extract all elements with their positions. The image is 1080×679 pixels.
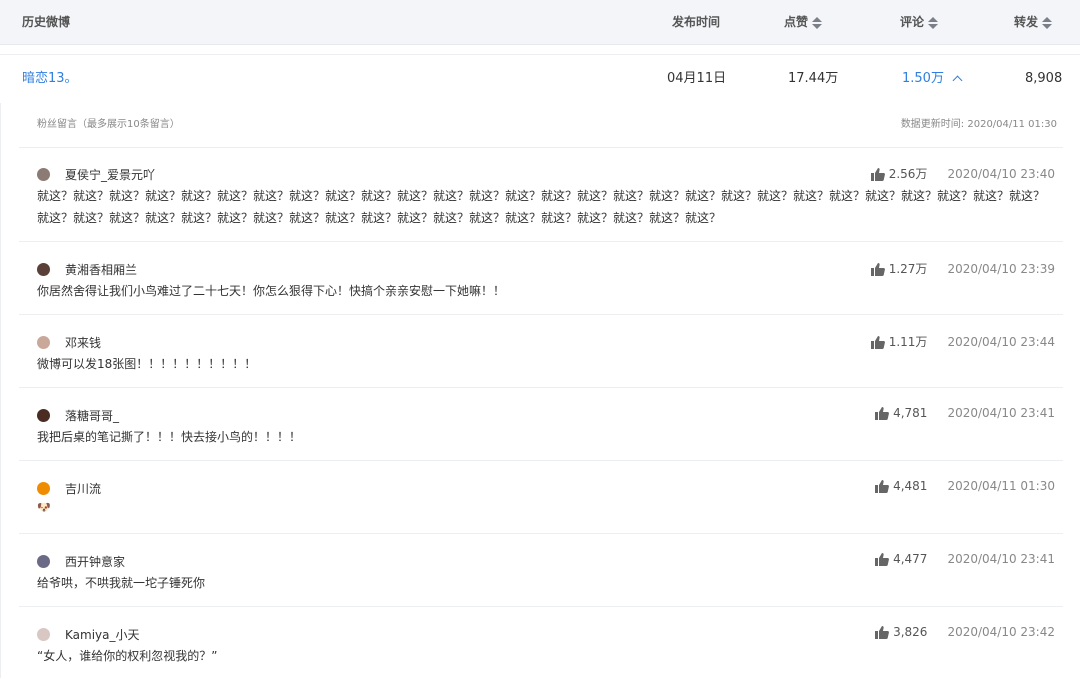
comment-meta: 1.11万 2020/04/10 23:44 (870, 333, 1055, 350)
avatar[interactable] (37, 409, 50, 422)
comment-text: 给爷哄，不哄我就一坨子锤死你 (37, 576, 206, 590)
comment-username[interactable]: Kamiya_小天 (65, 626, 140, 643)
comment-text: 🐶 (37, 501, 51, 514)
thumbs-up-icon[interactable] (875, 553, 890, 566)
thumbs-up-icon[interactable] (875, 407, 890, 420)
comment-item: 夏侯宁_爱景元吖 2.56万 2020/04/10 23:40 就这？就这？就这？… (19, 147, 1063, 242)
comment-time: 2020/04/10 23:41 (947, 406, 1055, 420)
avatar[interactable] (37, 263, 50, 276)
comment-likes: 1.27万 (888, 262, 928, 276)
avatar[interactable] (37, 555, 50, 568)
avatar[interactable] (37, 482, 50, 495)
comment-time: 2020/04/10 23:40 (947, 167, 1055, 181)
comment-likes: 4,477 (893, 552, 928, 566)
chevron-up-icon (952, 75, 963, 85)
comment-likes: 2.56万 (888, 167, 928, 181)
comment-username[interactable]: 吉川流 (65, 480, 101, 497)
comment-text: 就这？就这？就这？就这？就这？就这？就这？就这？就这？就这？就这？就这？就这？就… (37, 185, 1053, 229)
comment-item: 吉川流 4,481 2020/04/11 01:30 🐶 (19, 460, 1063, 534)
comment-time: 2020/04/10 23:41 (947, 552, 1055, 566)
comment-text: 你居然舍得让我们小鸟难过了二十七天！你怎么狠得下心！快搞个亲亲安慰一下她嘛！！ (37, 284, 506, 298)
comment-username[interactable]: 夏侯宁_爱景元吖 (65, 166, 155, 183)
sort-icon[interactable] (1042, 16, 1053, 29)
comment-text-line: 就这？就这？就这？就这？就这？就这？就这？就这？就这？就这？就这？就这？就这？就… (37, 189, 1046, 203)
comment-text: “女人，谁给你的权利忽视我的？” (37, 649, 218, 663)
comment-likes: 4,481 (893, 479, 928, 493)
comment-time: 2020/04/11 01:30 (947, 479, 1055, 493)
thumbs-up-icon[interactable] (875, 626, 890, 639)
comment-item: 落糖哥哥_ 4,781 2020/04/10 23:41 我把后桌的笔记撕了！！！… (19, 387, 1063, 461)
comment-text: 我把后桌的笔记撕了！！！快去接小鸟的！！！！ (37, 430, 302, 444)
thumbs-up-icon[interactable] (870, 263, 885, 276)
col-publish-time: 发布时间 (672, 15, 721, 29)
col-likes-label: 点赞 (784, 15, 809, 29)
comment-text: 微博可以发18张图！！！！！！！！！！ (37, 357, 257, 371)
col-comments-sort[interactable]: 评论 (900, 0, 939, 44)
avatar[interactable] (37, 628, 50, 641)
comment-item: Kamiya_小天 3,826 2020/04/10 23:42 “女人，谁给你的… (19, 606, 1063, 679)
avatar[interactable] (37, 336, 50, 349)
comment-meta: 4,481 2020/04/11 01:30 (875, 479, 1055, 493)
comment-likes: 3,826 (893, 625, 928, 639)
comment-meta: 4,781 2020/04/10 23:41 (875, 406, 1055, 420)
weibo-link[interactable]: 暗恋13。 (22, 55, 78, 103)
header-title: 历史微博 (22, 15, 71, 29)
comment-likes: 4,781 (893, 406, 928, 420)
comment-username[interactable]: 西开钟意家 (65, 553, 125, 570)
thumbs-up-icon[interactable] (870, 336, 885, 349)
comment-meta: 2.56万 2020/04/10 23:40 (870, 165, 1055, 182)
sort-icon[interactable] (928, 16, 939, 29)
comment-item: 邓来钱 1.11万 2020/04/10 23:44 微博可以发18张图！！！！！… (19, 314, 1063, 388)
col-reposts-label: 转发 (1014, 15, 1039, 29)
comment-meta: 3,826 2020/04/10 23:42 (875, 625, 1055, 639)
avatar[interactable] (37, 168, 50, 181)
panel-header: 粉丝留言（最多展示10条留言） 数据更新时间: 2020/04/11 01:30 (37, 113, 1057, 137)
sort-icon[interactable] (812, 16, 823, 29)
comment-likes: 1.11万 (888, 335, 928, 349)
comment-meta: 1.27万 2020/04/10 23:39 (870, 260, 1055, 277)
table-header: 历史微博 发布时间 点赞 评论 转发 (0, 0, 1080, 45)
thumbs-up-icon[interactable] (870, 168, 885, 181)
comment-username[interactable]: 邓来钱 (65, 334, 101, 351)
comment-time: 2020/04/10 23:42 (947, 625, 1055, 639)
panel-title: 粉丝留言（最多展示10条留言） (37, 119, 180, 130)
col-reposts-sort[interactable]: 转发 (1014, 0, 1053, 44)
comment-item: 西开钟意家 4,477 2020/04/10 23:41 给爷哄，不哄我就一坨子锤… (19, 533, 1063, 607)
comment-item: 黄湘香相厢兰 1.27万 2020/04/10 23:39 你居然舍得让我们小鸟难… (19, 241, 1063, 315)
thumbs-up-icon[interactable] (875, 480, 890, 493)
weibo-comments-count: 1.50万 (902, 71, 944, 86)
col-comments-label: 评论 (900, 15, 925, 29)
col-likes-sort[interactable]: 点赞 (784, 0, 823, 44)
data-updated-time: 数据更新时间: 2020/04/11 01:30 (900, 119, 1057, 130)
comment-time: 2020/04/10 23:39 (947, 262, 1055, 276)
comment-time: 2020/04/10 23:44 (947, 335, 1055, 349)
comment-text-line: 就这？就这？就这？就这？就这？就这？就这？就这？就这？就这？就这？就这？就这？就… (37, 211, 722, 225)
weibo-row[interactable]: 暗恋13。 04月11日 17.44万 1.50万 8,908 (0, 54, 1080, 104)
weibo-comments-toggle[interactable]: 1.50万 (902, 55, 963, 103)
comment-username[interactable]: 黄湘香相厢兰 (65, 261, 137, 278)
weibo-likes: 17.44万 (788, 71, 839, 86)
comment-username[interactable]: 落糖哥哥_ (65, 407, 119, 424)
comments-panel: 粉丝留言（最多展示10条留言） 数据更新时间: 2020/04/11 01:30… (0, 103, 1080, 678)
weibo-reposts: 8,908 (1025, 71, 1063, 86)
comment-meta: 4,477 2020/04/10 23:41 (875, 552, 1055, 566)
weibo-date: 04月11日 (667, 71, 727, 86)
